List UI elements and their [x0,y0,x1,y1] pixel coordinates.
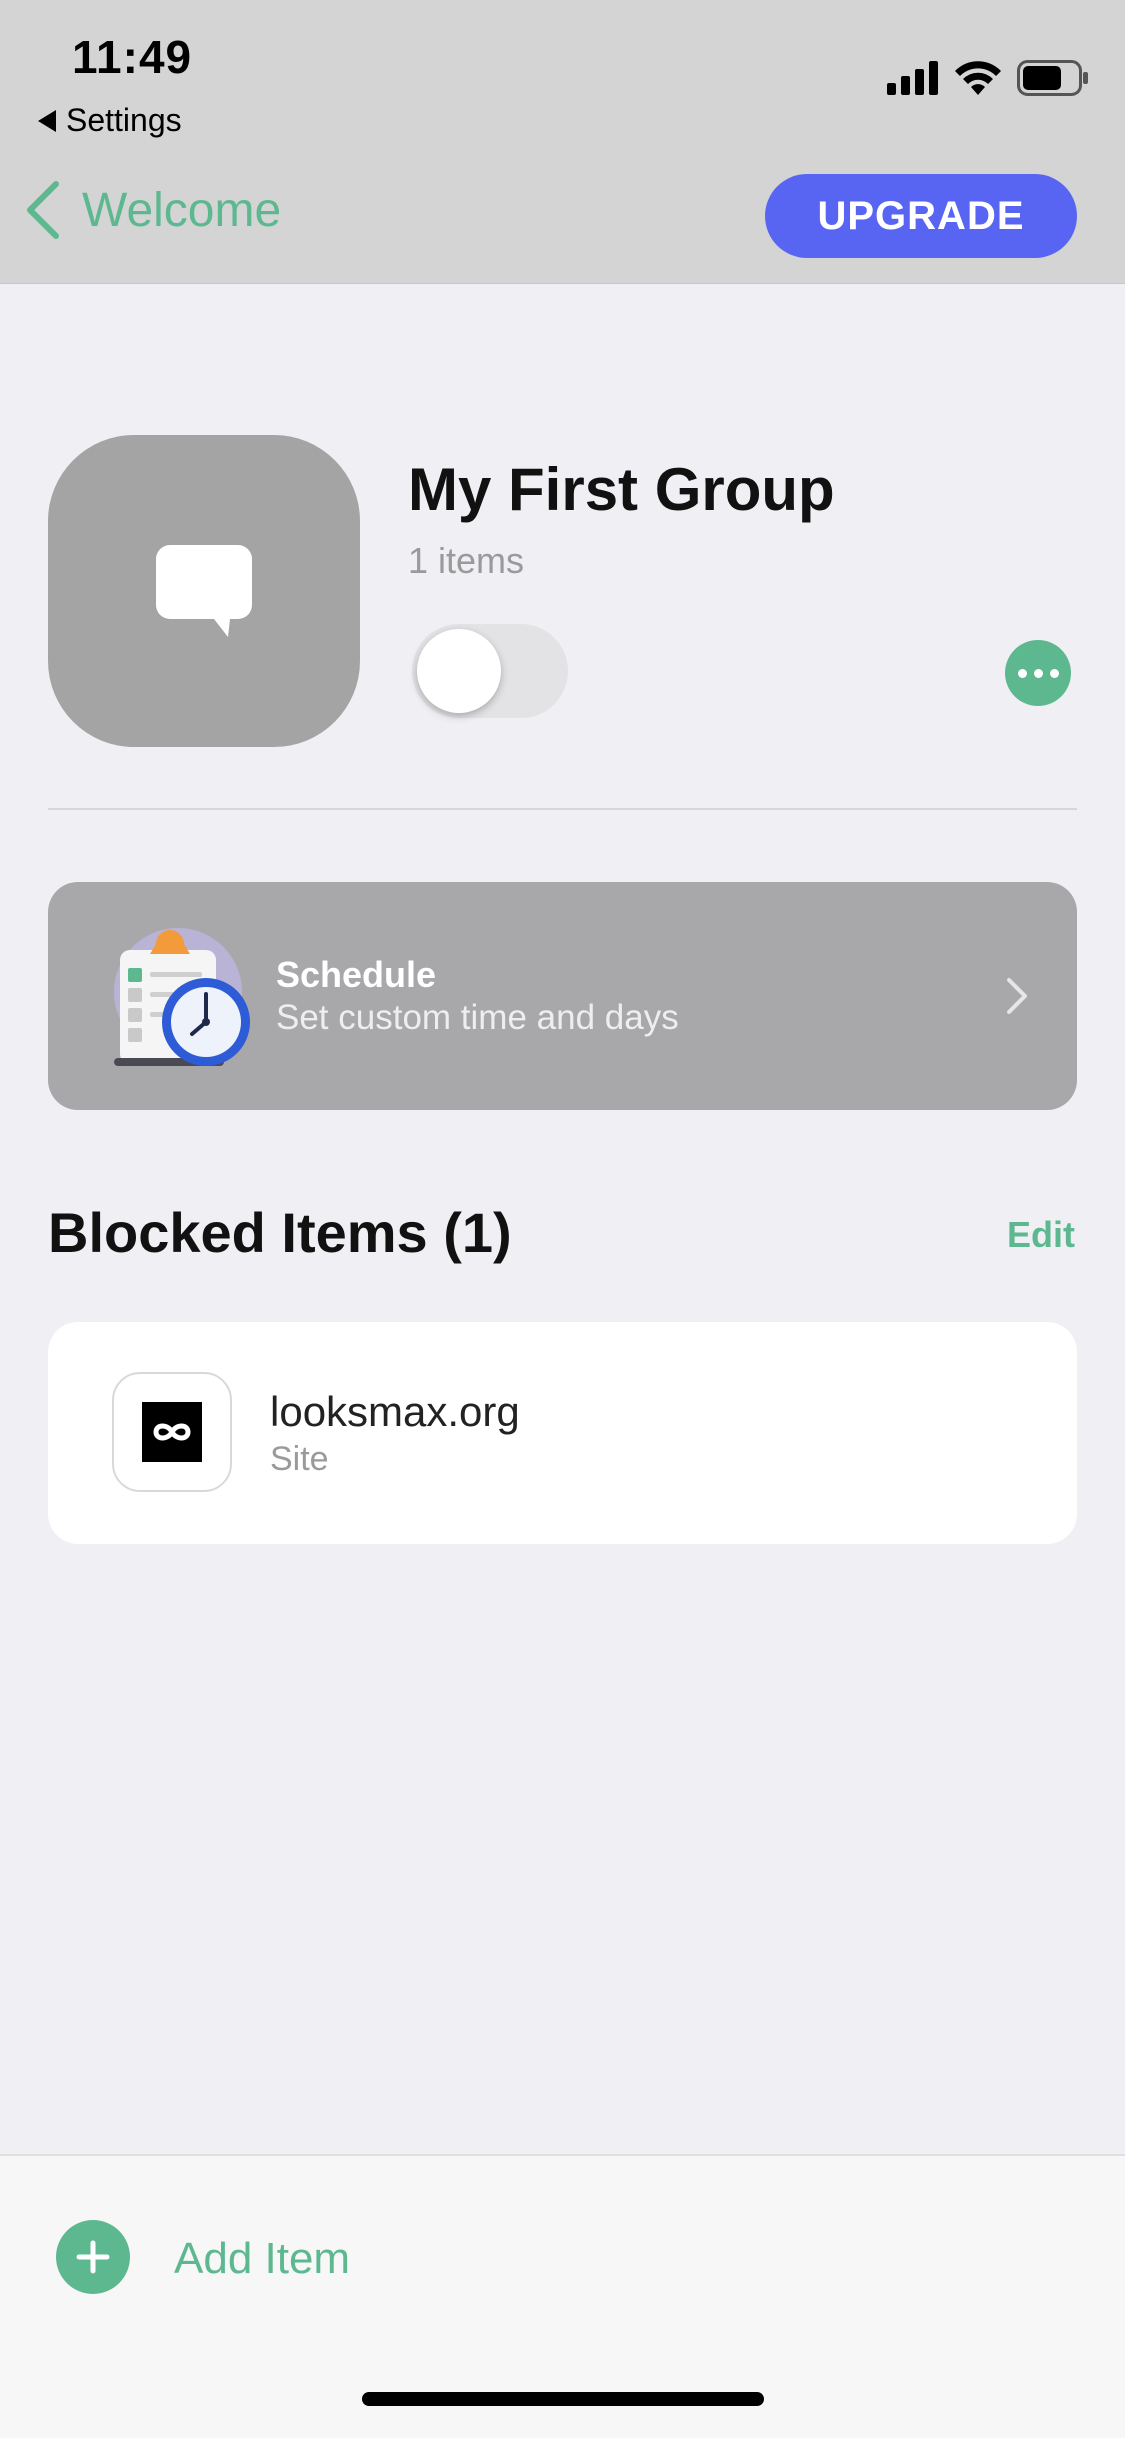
back-triangle-icon [38,109,56,132]
battery-icon [1017,60,1088,96]
bottom-bar: Add Item [0,2154,1125,2438]
chevron-left-icon [27,181,59,239]
edit-button[interactable]: Edit [1007,1214,1075,1256]
schedule-title: Schedule [276,954,437,995]
more-dot [1049,668,1059,678]
blocked-item-type: Site [270,1440,329,1478]
plus-icon [76,2240,110,2274]
group-title: My First Group [408,456,835,523]
more-dot [1017,668,1027,678]
schedule-subtitle: Set custom time and days [276,998,679,1037]
schedule-clipboard-clock-icon [114,928,250,1066]
wifi-icon [955,61,1001,95]
group-icon-tile[interactable] [48,435,360,747]
chat-bubble-icon [156,545,252,637]
divider [48,808,1077,810]
nav-back-label: Welcome [82,183,282,237]
back-to-app-label: Settings [66,102,182,138]
blocked-item-name: looksmax.org [270,1388,520,1435]
home-indicator [362,2392,764,2406]
blocked-item-row[interactable]: looksmax.org Site [48,1322,1077,1544]
more-options-button[interactable] [1005,640,1071,706]
nav-back-button[interactable]: Welcome [24,180,281,240]
group-enable-toggle[interactable] [412,624,568,718]
chevron-right-icon [1007,978,1027,1014]
more-dot [1033,668,1043,678]
cellular-signal-icon [887,61,938,95]
back-to-app-button[interactable]: Settings [38,102,182,139]
add-item-label[interactable]: Add Item [174,2234,350,2284]
add-item-button[interactable] [56,2220,130,2294]
status-time: 11:49 [72,31,193,83]
toggle-knob [417,629,501,713]
schedule-card[interactable]: Schedule Set custom time and days [48,882,1077,1110]
site-favicon-box [112,1372,232,1492]
status-icons [887,60,1089,96]
upgrade-button[interactable]: UPGRADE [765,174,1077,258]
group-item-count: 1 items [408,540,525,581]
blocked-items-heading: Blocked Items (1) [48,1201,512,1264]
site-favicon-icon [142,1402,202,1462]
